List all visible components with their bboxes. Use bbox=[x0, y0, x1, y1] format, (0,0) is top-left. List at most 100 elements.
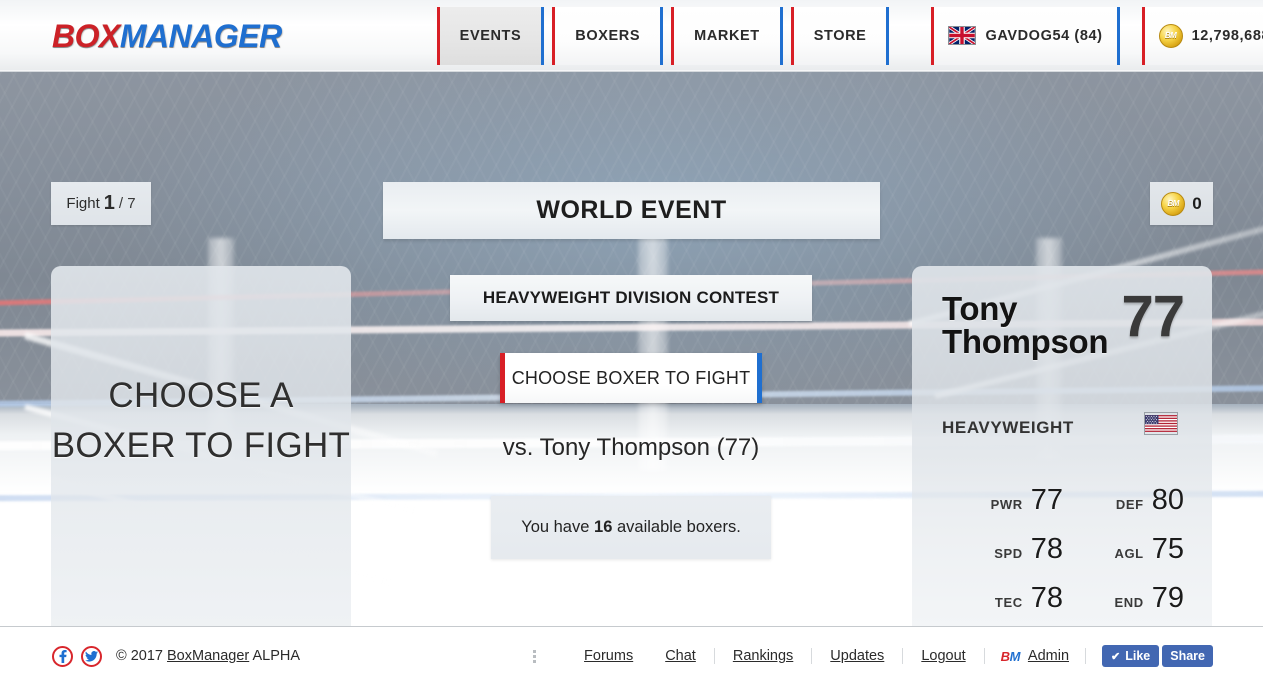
twitter-icon[interactable] bbox=[81, 645, 102, 667]
opponent-overall-rating: 77 bbox=[1121, 284, 1185, 349]
available-suffix: available boxers. bbox=[616, 518, 741, 536]
division-contest-label: HEAVYWEIGHT DIVISION CONTEST bbox=[482, 288, 780, 307]
bm-mini-logo-icon: BM bbox=[1000, 648, 1021, 664]
logo-text-box: BOX bbox=[51, 17, 122, 54]
currency-button[interactable]: BM 12,798,688 bbox=[1141, 6, 1263, 65]
facebook-like-label: Like bbox=[1125, 649, 1151, 663]
nav-tab-market-label: MARKET bbox=[694, 27, 760, 44]
footer-link-forums[interactable]: Forums bbox=[566, 648, 647, 664]
stat-end-label: END bbox=[1114, 595, 1144, 610]
stat-agl-label: AGL bbox=[1114, 546, 1144, 561]
main-content: Fight 1 / 7 WORLD EVENT BM 0 CHOOSE A BO… bbox=[0, 72, 1263, 626]
stat-tec-value: 78 bbox=[1030, 582, 1063, 614]
nav-tab-market[interactable]: MARKET bbox=[671, 6, 783, 65]
bm-coin-icon: BM bbox=[1158, 23, 1183, 48]
stat-def-value: 80 bbox=[1151, 484, 1184, 516]
stat-row: TEC 78 END 79 bbox=[942, 584, 1184, 613]
nav-tab-store-label: STORE bbox=[813, 27, 867, 44]
copyright: © 2017 BoxManager ALPHA bbox=[116, 648, 300, 664]
nav-tab-store[interactable]: STORE bbox=[790, 6, 890, 65]
facebook-share-button[interactable]: Share bbox=[1162, 645, 1213, 667]
copyright-suffix: ALPHA bbox=[252, 648, 301, 664]
choose-boxer-button[interactable]: CHOOSE BOXER TO FIGHT bbox=[500, 353, 762, 403]
footer-link-updates[interactable]: Updates bbox=[812, 648, 904, 664]
site-logo[interactable]: BOXMANAGER bbox=[51, 17, 284, 54]
stat-def: DEF 80 bbox=[1063, 486, 1184, 515]
nav-tab-boxers[interactable]: BOXERS bbox=[552, 6, 664, 65]
facebook-social-buttons: ✔ Like Share bbox=[1102, 645, 1213, 667]
stat-agl-value: 75 bbox=[1151, 533, 1184, 565]
stat-row: SPD 78 AGL 75 bbox=[942, 535, 1184, 564]
stat-pwr-label: PWR bbox=[990, 497, 1023, 512]
opponent-card[interactable]: Tony Thompson 77 HEAVYWEIGHT PWR 77 DEF … bbox=[912, 266, 1212, 626]
footer-link-logout[interactable]: Logout bbox=[903, 648, 985, 664]
uk-flag-icon bbox=[948, 26, 977, 45]
stat-end: END 79 bbox=[1063, 584, 1184, 613]
stat-pwr-value: 77 bbox=[1030, 484, 1063, 516]
token-counter-value: 0 bbox=[1192, 193, 1202, 213]
fight-counter-label: Fight bbox=[66, 195, 100, 212]
versus-opponent-text: vs. Tony Thompson (77) bbox=[502, 434, 760, 461]
admin-link-wrap[interactable]: BM Admin bbox=[985, 648, 1087, 664]
logo-text-manager: MANAGER bbox=[119, 17, 284, 54]
fight-counter: Fight 1 / 7 bbox=[51, 182, 151, 225]
event-title-text: WORLD EVENT bbox=[536, 196, 727, 224]
stat-spd-value: 78 bbox=[1030, 533, 1063, 565]
copyright-brand-link[interactable]: BoxManager bbox=[167, 648, 249, 664]
copyright-prefix: © 2017 bbox=[116, 648, 163, 664]
opponent-flag-wrap bbox=[1144, 412, 1178, 435]
user-name-label: GAVDOG54 (84) bbox=[985, 27, 1103, 44]
division-contest-banner: HEAVYWEIGHT DIVISION CONTEST bbox=[450, 275, 812, 321]
bm-logo-b: B bbox=[1000, 648, 1010, 664]
left-panel-prompt: CHOOSE A BOXER TO FIGHT bbox=[51, 376, 351, 465]
footer-link-admin[interactable]: Admin bbox=[1028, 648, 1069, 664]
facebook-icon[interactable] bbox=[52, 645, 73, 667]
site-header: BOXMANAGER EVENTS BOXERS MARKET STORE GA… bbox=[0, 0, 1263, 72]
stat-row: PWR 77 DEF 80 bbox=[942, 486, 1184, 515]
footer-link-chat[interactable]: Chat bbox=[647, 648, 715, 664]
bm-logo-m: M bbox=[1009, 648, 1021, 664]
stat-spd-label: SPD bbox=[994, 546, 1023, 561]
opponent-subheader: HEAVYWEIGHT bbox=[942, 412, 1184, 460]
us-flag-icon bbox=[1144, 412, 1178, 435]
footer-links: Forums Chat Rankings Updates Logout BM A… bbox=[533, 645, 1213, 667]
fight-counter-current: 1 bbox=[103, 192, 115, 214]
content-overlay: Fight 1 / 7 WORLD EVENT BM 0 CHOOSE A BO… bbox=[0, 72, 1263, 626]
stat-spd: SPD 78 bbox=[942, 535, 1063, 564]
available-boxers-text: You have 16 available boxers. bbox=[521, 518, 741, 537]
opponent-division: HEAVYWEIGHT bbox=[942, 418, 1074, 437]
facebook-share-label: Share bbox=[1170, 649, 1205, 663]
available-count: 16 bbox=[594, 518, 613, 536]
check-icon: ✔ bbox=[1111, 650, 1121, 663]
nav-tab-events-label: EVENTS bbox=[459, 27, 522, 44]
nav-tab-boxers-label: BOXERS bbox=[575, 27, 641, 44]
stat-tec-label: TEC bbox=[994, 595, 1023, 610]
opponent-stats: PWR 77 DEF 80 SPD 78 AGL 75 TEC 78 END 7… bbox=[942, 486, 1184, 613]
currency-amount-label: 12,798,688 bbox=[1191, 27, 1263, 44]
available-boxers-box: You have 16 available boxers. bbox=[491, 496, 771, 559]
opponent-header: Tony Thompson 77 bbox=[942, 288, 1185, 394]
stat-def-label: DEF bbox=[1115, 497, 1144, 512]
footer-link-rankings[interactable]: Rankings bbox=[715, 648, 813, 664]
user-account-button[interactable]: GAVDOG54 (84) bbox=[931, 6, 1120, 65]
fight-counter-total: / 7 bbox=[118, 195, 136, 212]
bm-coin-icon: BM bbox=[1161, 191, 1186, 216]
choose-boxer-button-label: CHOOSE BOXER TO FIGHT bbox=[511, 367, 751, 388]
facebook-like-button[interactable]: ✔ Like bbox=[1102, 645, 1160, 667]
app-root: BOXMANAGER EVENTS BOXERS MARKET STORE GA… bbox=[0, 0, 1263, 685]
stat-agl: AGL 75 bbox=[1063, 535, 1184, 564]
coin-text: BM bbox=[1167, 199, 1180, 208]
event-title-banner: WORLD EVENT bbox=[383, 182, 880, 239]
stat-tec: TEC 78 bbox=[942, 584, 1063, 613]
opponent-name: Tony Thompson bbox=[942, 290, 1109, 360]
kebab-menu-icon[interactable] bbox=[533, 649, 537, 663]
main-nav: EVENTS BOXERS MARKET STORE GAVDOG54 (84)… bbox=[436, 6, 1263, 65]
left-boxer-slot-panel[interactable]: CHOOSE A BOXER TO FIGHT bbox=[51, 266, 351, 626]
nav-tab-events[interactable]: EVENTS bbox=[436, 6, 545, 65]
stat-end-value: 79 bbox=[1151, 582, 1184, 614]
social-icons bbox=[52, 645, 102, 667]
coin-text: BM bbox=[1164, 31, 1177, 40]
token-counter[interactable]: BM 0 bbox=[1150, 182, 1213, 225]
versus-line: vs. Tony Thompson (77) bbox=[450, 434, 812, 462]
site-footer: © 2017 BoxManager ALPHA Forums Chat Rank… bbox=[0, 626, 1263, 685]
